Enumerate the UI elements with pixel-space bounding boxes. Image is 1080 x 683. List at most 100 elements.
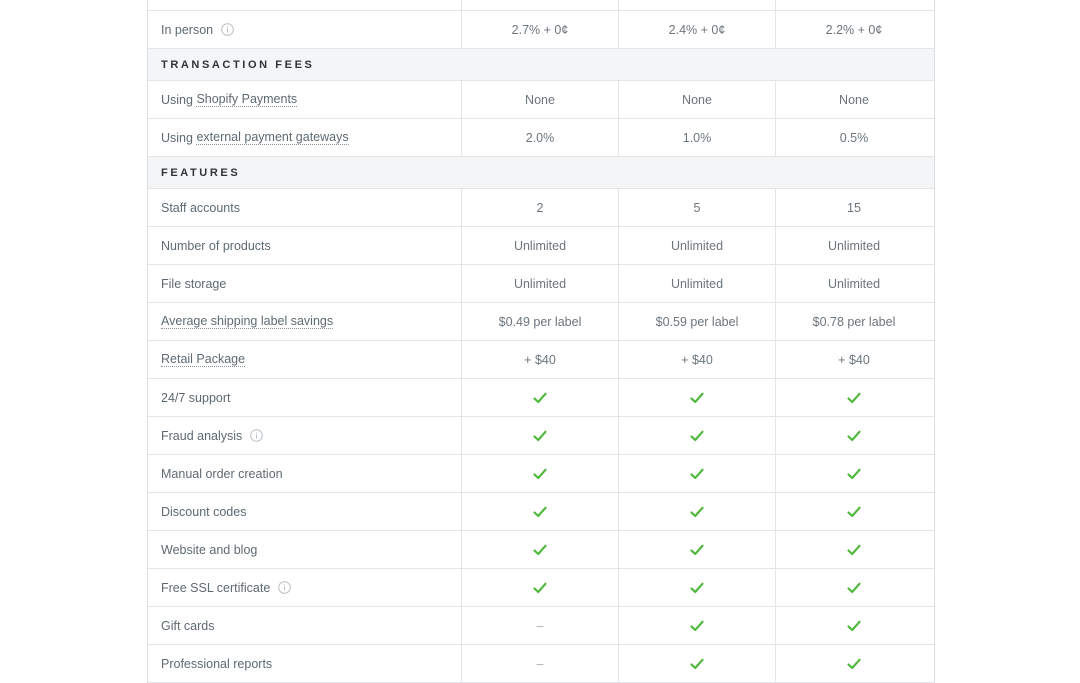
table-row (148, 0, 934, 11)
checkmark-icon (690, 658, 704, 670)
row-value: 2 (462, 189, 619, 226)
checkmark-icon (690, 506, 704, 518)
row-value-included (462, 531, 619, 568)
table-row: In person 2.7% + 0¢ 2.4% + 0¢ 2.2% + 0¢ (148, 11, 934, 49)
row-value-included (619, 569, 776, 606)
row-value-included (462, 493, 619, 530)
section-heading-features: FEATURES (148, 157, 934, 189)
row-cell (619, 0, 776, 10)
row-value-included (462, 455, 619, 492)
table-row: Staff accounts 2 5 15 (148, 189, 934, 227)
row-label-prefix: Using (161, 92, 197, 107)
row-value: Unlimited (827, 238, 881, 253)
row-label: Discount codes (148, 493, 462, 530)
dash-mark: – (536, 656, 544, 671)
row-value-included (776, 455, 932, 492)
row-label-text: Discount codes (161, 504, 247, 519)
row-label: Website and blog (148, 531, 462, 568)
row-label-text: File storage (161, 276, 227, 291)
checkmark-icon (847, 468, 861, 480)
row-value: Unlimited (619, 227, 776, 264)
table-row: Free SSL certificate (148, 569, 934, 607)
row-label-text: In person (161, 22, 214, 37)
row-value-included (619, 607, 776, 644)
table-row: Professional reports – (148, 645, 934, 683)
row-cell (462, 0, 619, 10)
checkmark-icon (690, 392, 704, 404)
row-value: $0.49 per label (462, 303, 619, 340)
dash-mark: – (536, 618, 544, 633)
row-label-text: Professional reports (161, 656, 273, 671)
row-value: Unlimited (462, 265, 619, 302)
table-row: Fraud analysis (148, 417, 934, 455)
row-label-text: 24/7 support (161, 390, 231, 405)
row-value-included (776, 531, 932, 568)
info-icon[interactable] (278, 581, 292, 594)
row-label: Fraud analysis (148, 417, 462, 454)
checkmark-icon (847, 582, 861, 594)
row-label: Free SSL certificate (148, 569, 462, 606)
row-value-included (462, 569, 619, 606)
table-row: Using Shopify Payments None None None (148, 81, 934, 119)
checkmark-icon (847, 506, 861, 518)
table-row: Retail Package + $40 + $40 + $40 (148, 341, 934, 379)
row-value: Unlimited (619, 265, 776, 302)
row-label-text: Gift cards (161, 618, 215, 633)
table-row: Discount codes (148, 493, 934, 531)
row-value-not-included: – (462, 645, 619, 682)
row-value: Unlimited (827, 276, 881, 291)
checkmark-icon (690, 582, 704, 594)
row-value-included (462, 417, 619, 454)
table-row: File storage Unlimited Unlimited Unlimited (148, 265, 934, 303)
checkmark-icon (533, 392, 547, 404)
row-value: + $40 (619, 341, 776, 378)
row-value: $0.78 per label (812, 314, 896, 329)
checkmark-icon (690, 620, 704, 632)
checkmark-icon (690, 544, 704, 556)
checkmark-icon (690, 430, 704, 442)
row-value-included (462, 379, 619, 416)
row-label-text: Free SSL certificate (161, 580, 271, 595)
info-icon[interactable] (250, 429, 264, 442)
row-label (148, 0, 462, 10)
row-value-included (776, 493, 932, 530)
row-label: Average shipping label savings (148, 303, 462, 340)
row-value: 2.4% + 0¢ (619, 11, 776, 48)
table-row: Average shipping label savings $0.49 per … (148, 303, 934, 341)
row-value: + $40 (838, 352, 870, 367)
table-row: Manual order creation (148, 455, 934, 493)
checkmark-icon (533, 544, 547, 556)
checkmark-icon (533, 468, 547, 480)
row-value-included (776, 607, 932, 644)
section-heading-transaction-fees: TRANSACTION FEES (148, 49, 934, 81)
row-label-text: Website and blog (161, 542, 258, 557)
row-label: Retail Package (148, 341, 462, 378)
row-label-link[interactable]: Retail Package (161, 352, 246, 367)
checkmark-icon (847, 620, 861, 632)
shopify-payments-link[interactable]: Shopify Payments (196, 92, 298, 107)
row-cell (776, 0, 932, 10)
row-label: 24/7 support (148, 379, 462, 416)
row-value: None (462, 81, 619, 118)
row-value-included (619, 645, 776, 682)
table-row: 24/7 support (148, 379, 934, 417)
row-label: Using Shopify Payments (148, 81, 462, 118)
table-row: Website and blog (148, 531, 934, 569)
row-value-included (619, 455, 776, 492)
external-gateways-link[interactable]: external payment gateways (196, 130, 349, 145)
row-label: Number of products (148, 227, 462, 264)
checkmark-icon (847, 430, 861, 442)
info-icon[interactable] (221, 23, 234, 36)
row-label-link[interactable]: Average shipping label savings (161, 314, 334, 329)
row-label-text: Manual order creation (161, 466, 283, 481)
row-value: + $40 (462, 341, 619, 378)
row-label: Using external payment gateways (148, 119, 462, 156)
checkmark-icon (847, 658, 861, 670)
row-label: In person (148, 11, 462, 48)
row-label: File storage (148, 265, 462, 302)
checkmark-icon (533, 582, 547, 594)
table-row: Number of products Unlimited Unlimited Unli… (148, 227, 934, 265)
table-row: Using external payment gateways 2.0% 1.0… (148, 119, 934, 157)
row-value: 2.0% (462, 119, 619, 156)
row-label: Manual order creation (148, 455, 462, 492)
